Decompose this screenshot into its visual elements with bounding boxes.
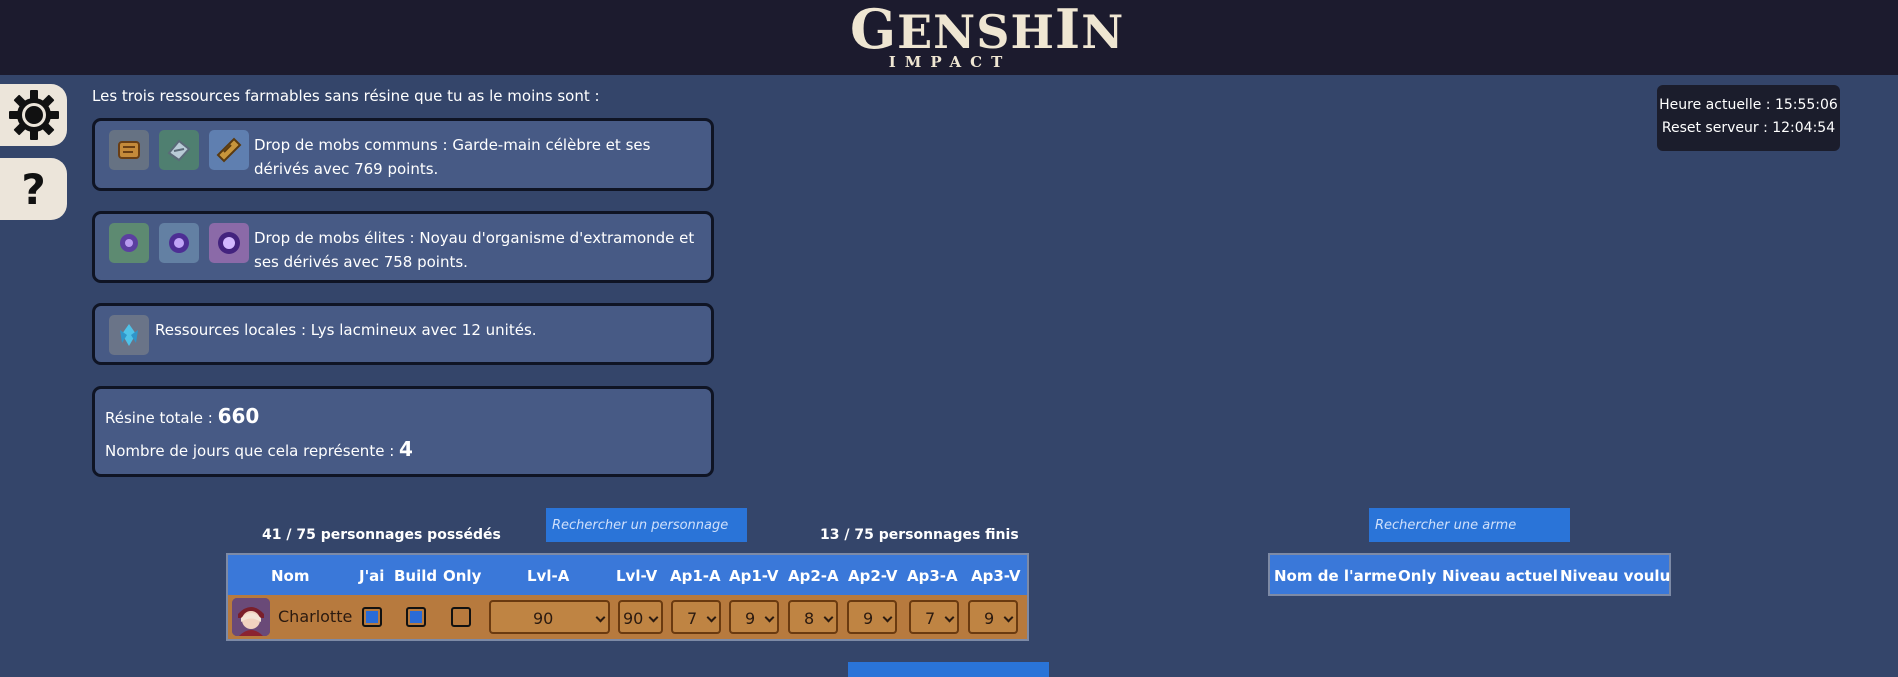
character-table-header: Nom J'ai Build Only Lvl-A Lvl-V Ap1-A Ap… [228, 555, 1027, 595]
bottom-button[interactable] [848, 662, 1049, 677]
resin-days: Nombre de jours que cela représente : 4 [105, 437, 413, 461]
col-nom[interactable]: Nom [271, 567, 310, 585]
character-name: Charlotte [278, 607, 353, 626]
col-jai[interactable]: J'ai [359, 567, 384, 585]
chevron-down-icon [944, 612, 955, 623]
current-time: Heure actuelle : 15:55:06 [1659, 97, 1838, 113]
elite-drops-panel: Drop de mobs élites : Noyau d'organisme … [92, 211, 714, 283]
chevron-down-icon [882, 612, 893, 623]
build-checkbox[interactable] [406, 607, 426, 627]
finished-count: 13 / 75 personnages finis [820, 527, 1019, 543]
have-checkbox[interactable] [362, 607, 382, 627]
col-ap3-a[interactable]: Ap3-A [907, 567, 958, 585]
core-icon [209, 223, 249, 263]
chevron-down-icon [1003, 612, 1014, 623]
col-lvl-a[interactable]: Lvl-A [527, 567, 569, 585]
clock-box: Heure actuelle : 15:55:06 Reset serveur … [1657, 85, 1840, 151]
question-icon: ? [21, 164, 46, 214]
server-reset: Reset serveur : 12:04:54 [1661, 120, 1836, 136]
common-drops-panel: Drop de mobs communs : Garde-main célèbr… [92, 118, 714, 191]
help-button[interactable]: ? [0, 158, 67, 220]
ap1-v-select[interactable]: 9 [729, 600, 779, 634]
ap1-a-select[interactable]: 7 [671, 600, 721, 634]
total-resin: Résine totale : 660 [105, 404, 260, 428]
col-build[interactable]: Build [394, 567, 437, 585]
core-icon [159, 223, 199, 263]
handguard-icon [159, 130, 199, 170]
weapon-search-input[interactable] [1369, 508, 1570, 542]
lvl-a-select[interactable]: 90 [489, 600, 610, 634]
lily-icon [109, 315, 149, 355]
chevron-down-icon [823, 612, 834, 623]
common-drops-text: Drop de mobs communs : Garde-main célèbr… [254, 136, 651, 178]
col-ap2-v[interactable]: Ap2-V [848, 567, 898, 585]
chevron-down-icon [764, 612, 775, 623]
col-wanted-level[interactable]: Niveau voulu [1560, 567, 1670, 585]
col-current-level[interactable]: Niveau actuel [1442, 567, 1558, 585]
chevron-down-icon [595, 612, 606, 623]
resin-panel: Résine totale : 660 Nombre de jours que … [92, 386, 714, 477]
gear-icon [8, 90, 59, 140]
resources-intro: Les trois ressources farmables sans rési… [92, 87, 600, 105]
elite-drops-text: Drop de mobs élites : Noyau d'organisme … [254, 229, 695, 271]
genshin-impact-logo: GENSHIN IMPACT [850, 0, 1125, 71]
chevron-down-icon [706, 612, 717, 623]
scroll-icon [109, 130, 149, 170]
ap2-a-select[interactable]: 8 [788, 600, 838, 634]
ap3-a-select[interactable]: 7 [909, 600, 959, 634]
ap3-v-select[interactable]: 9 [968, 600, 1018, 634]
avatar [232, 598, 270, 636]
core-icon [109, 223, 149, 263]
lvl-v-select[interactable]: 90 [618, 600, 663, 634]
local-resources-text: Ressources locales : Lys lacmineux avec … [155, 321, 537, 339]
col-ap1-a[interactable]: Ap1-A [670, 567, 721, 585]
settings-button[interactable] [0, 84, 67, 146]
col-only[interactable]: Only [443, 567, 481, 585]
insignia-icon [209, 130, 249, 170]
character-search-input[interactable] [546, 508, 747, 542]
col-lvl-v[interactable]: Lvl-V [616, 567, 657, 585]
owned-count: 41 / 75 personnages possédés [262, 527, 501, 543]
top-bar: GENSHIN IMPACT [0, 0, 1898, 75]
ap2-v-select[interactable]: 9 [847, 600, 897, 634]
col-ap2-a[interactable]: Ap2-A [788, 567, 839, 585]
chevron-down-icon [648, 612, 659, 623]
table-row: Charlotte 90 90 7 9 8 9 7 9 [228, 595, 1027, 639]
col-ap3-v[interactable]: Ap3-V [971, 567, 1021, 585]
only-checkbox[interactable] [451, 607, 471, 627]
col-ap1-v[interactable]: Ap1-V [729, 567, 779, 585]
weapon-table: Nom de l'arme Only Niveau actuel Niveau … [1268, 553, 1671, 596]
col-weapon-only[interactable]: Only [1398, 567, 1436, 585]
local-resources-panel: Ressources locales : Lys lacmineux avec … [92, 303, 714, 365]
col-weapon-name[interactable]: Nom de l'arme [1274, 567, 1397, 585]
character-table: Nom J'ai Build Only Lvl-A Lvl-V Ap1-A Ap… [226, 553, 1029, 641]
